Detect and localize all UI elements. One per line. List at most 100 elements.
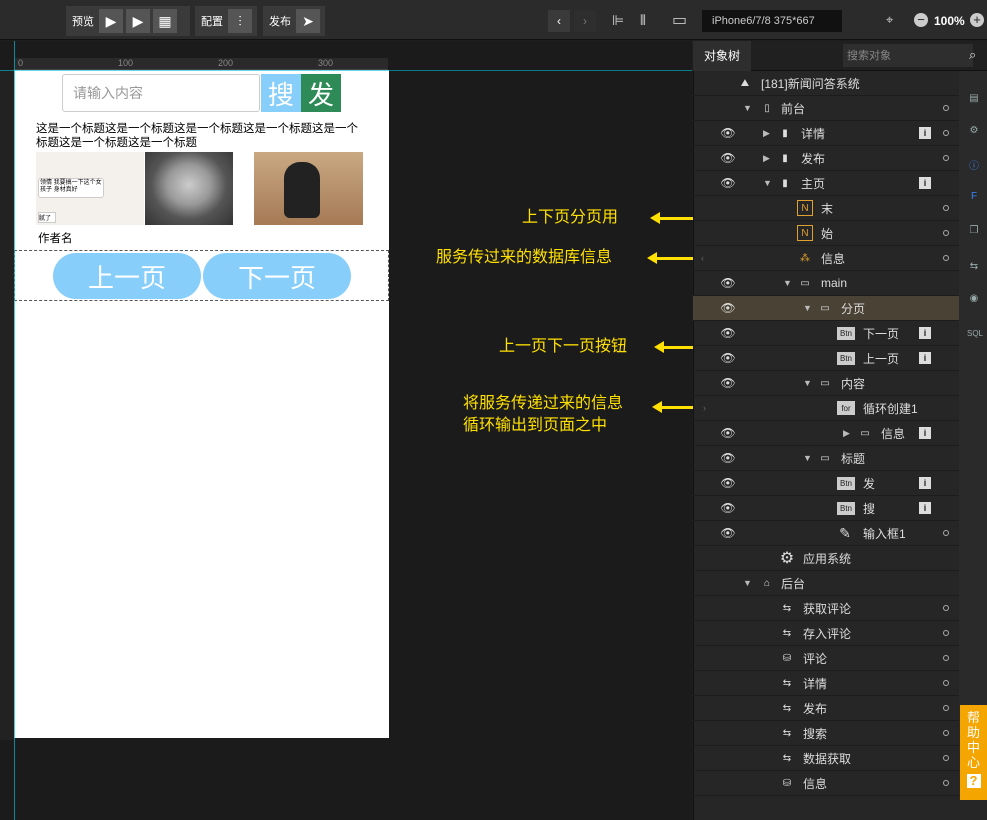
eye-icon[interactable]: 👁 bbox=[720, 276, 735, 290]
info-icon[interactable]: i bbox=[919, 502, 931, 514]
tree-item-publish-btn[interactable]: 👁 Btn 发 i bbox=[693, 471, 959, 496]
play-step-icon[interactable]: ▶ bbox=[126, 9, 150, 33]
eye-icon[interactable]: 👁 bbox=[720, 451, 735, 465]
object-search-input[interactable] bbox=[843, 44, 973, 67]
tree-item-backend[interactable]: ▼ ⌂ 后台 bbox=[693, 571, 959, 596]
info-icon[interactable]: i bbox=[919, 327, 931, 339]
chevron-down-icon[interactable]: ▼ bbox=[803, 303, 812, 313]
eye-icon[interactable]: 👁 bbox=[720, 501, 735, 515]
align-center-icon[interactable]: ⫴ bbox=[640, 12, 646, 29]
sliders-icon[interactable]: ⫶ bbox=[228, 9, 252, 33]
device-select[interactable]: iPhone6/7/8 375*667 bbox=[702, 10, 842, 32]
tree-item-save-comment[interactable]: ⇆ 存入评论 bbox=[693, 621, 959, 646]
status-dot[interactable] bbox=[943, 705, 949, 711]
chevron-right-icon[interactable]: ▶ bbox=[843, 428, 850, 439]
info-icon[interactable]: i bbox=[919, 427, 931, 439]
tree-item-input[interactable]: 👁 ✎ 输入框1 bbox=[693, 521, 959, 546]
status-dot[interactable] bbox=[943, 105, 949, 111]
qr-code-icon[interactable]: ▦ bbox=[153, 9, 177, 33]
chevron-right-icon[interactable]: ▶ bbox=[763, 128, 770, 139]
status-dot[interactable] bbox=[943, 155, 949, 161]
eye-icon[interactable]: 👁 bbox=[720, 476, 735, 490]
tree-item-info-container[interactable]: 👁 ▶ ▭ 信息 i bbox=[693, 421, 959, 446]
chevron-down-icon[interactable]: ▼ bbox=[803, 378, 812, 388]
status-dot[interactable] bbox=[943, 205, 949, 211]
tree-item-detail-service[interactable]: ⇆ 详情 bbox=[693, 671, 959, 696]
tab-object-tree[interactable]: 对象树 bbox=[693, 41, 751, 71]
status-dot[interactable] bbox=[943, 655, 949, 661]
status-dot[interactable] bbox=[943, 680, 949, 686]
eye-icon[interactable]: 👁 bbox=[720, 326, 735, 340]
phone-preview[interactable]: 搜 发 这是一个标题这是一个标题这是一个标题这是一个标题这是一个标题这是一个标题… bbox=[14, 70, 389, 738]
status-dot[interactable] bbox=[943, 255, 949, 261]
settings-icon[interactable]: ⚙ bbox=[967, 125, 981, 139]
tree-item-info-data[interactable]: ‹ ⁂ 信息 bbox=[693, 246, 959, 271]
chevron-down-icon[interactable]: ▼ bbox=[763, 178, 772, 188]
status-dot[interactable] bbox=[943, 730, 949, 736]
news-title[interactable]: 这是一个标题这是一个标题这是一个标题这是一个标题这是一个标题这是一个标题这是一个… bbox=[36, 122, 366, 150]
search-button[interactable]: 搜 bbox=[261, 74, 301, 112]
status-dot[interactable] bbox=[943, 780, 949, 786]
info-icon[interactable]: i bbox=[919, 352, 931, 364]
next-page-button[interactable]: 下一页 bbox=[203, 253, 351, 299]
chevron-down-icon[interactable]: ▼ bbox=[743, 578, 752, 588]
undo-icon[interactable]: ‹ bbox=[548, 10, 570, 32]
prev-page-button[interactable]: 上一页 bbox=[53, 253, 201, 299]
tree-item-start-var[interactable]: N 始 bbox=[693, 221, 959, 246]
eye-icon[interactable]: 👁 bbox=[720, 126, 735, 140]
eye-icon[interactable]: 👁 bbox=[720, 301, 735, 315]
info-panel-icon[interactable]: ⓘ bbox=[967, 157, 981, 172]
eye-icon[interactable]: 👁 bbox=[720, 526, 735, 540]
zoom-in-icon[interactable]: + bbox=[970, 13, 984, 27]
tree-item-search-btn[interactable]: 👁 Btn 搜 i bbox=[693, 496, 959, 521]
tree-item-frontend[interactable]: ▼ ▯ 前台 bbox=[693, 96, 959, 121]
search-input[interactable] bbox=[62, 74, 260, 112]
monitor-icon[interactable]: ▭ bbox=[672, 10, 687, 30]
status-dot[interactable] bbox=[943, 130, 949, 136]
screenshot-icon[interactable]: ⌖ bbox=[886, 12, 893, 28]
zoom-out-icon[interactable]: − bbox=[914, 13, 928, 27]
redo-icon[interactable]: › bbox=[574, 10, 596, 32]
info-icon[interactable]: i bbox=[919, 127, 931, 139]
eye-icon[interactable]: 👁 bbox=[720, 176, 735, 190]
eye-icon[interactable]: 👁 bbox=[720, 151, 735, 165]
tree-item-home[interactable]: 👁 ▼ ▮ 主页 i bbox=[693, 171, 959, 196]
status-dot[interactable] bbox=[943, 630, 949, 636]
tree-item-info-db[interactable]: ⛁ 信息 bbox=[693, 771, 959, 796]
tree-item-get-comment[interactable]: ⇆ 获取评论 bbox=[693, 596, 959, 621]
copy-icon[interactable]: ❐ bbox=[967, 225, 981, 239]
sql-icon[interactable]: SQL bbox=[967, 329, 983, 343]
chevron-right-icon[interactable]: › bbox=[703, 403, 706, 413]
chevron-right-icon[interactable]: ▶ bbox=[763, 153, 770, 164]
tree-item-comment-db[interactable]: ⛁ 评论 bbox=[693, 646, 959, 671]
help-center-button[interactable]: 帮助中心 ? bbox=[960, 705, 987, 800]
send-icon[interactable]: ➤ bbox=[296, 9, 320, 33]
status-dot[interactable] bbox=[943, 605, 949, 611]
tree-item-header[interactable]: 👁 ▼ ▭ 标题 bbox=[693, 446, 959, 471]
tree-item-pagination[interactable]: 👁 ▼ ▭ 分页 bbox=[693, 296, 959, 321]
publish-button[interactable]: 发 bbox=[301, 74, 341, 112]
tree-item-detail[interactable]: 👁 ▶ ▮ 详情 i bbox=[693, 121, 959, 146]
clipboard-icon[interactable]: ▤ bbox=[967, 93, 981, 107]
plugin-icon[interactable]: ◉ bbox=[967, 293, 981, 307]
eye-icon[interactable]: 👁 bbox=[720, 376, 735, 390]
status-dot[interactable] bbox=[943, 755, 949, 761]
play-icon[interactable]: ▶ bbox=[99, 9, 123, 33]
tree-item-main[interactable]: 👁 ▼ ▭ main bbox=[693, 271, 959, 296]
eye-icon[interactable]: 👁 bbox=[720, 426, 735, 440]
chevron-left-icon[interactable]: ‹ bbox=[701, 253, 704, 263]
tree-item-end-var[interactable]: N 末 bbox=[693, 196, 959, 221]
search-icon[interactable]: ⌕ bbox=[969, 47, 976, 63]
function-icon[interactable]: F bbox=[967, 191, 981, 205]
tree-item-prev-btn[interactable]: 👁 Btn 上一页 i bbox=[693, 346, 959, 371]
tree-item-content[interactable]: 👁 ▼ ▭ 内容 bbox=[693, 371, 959, 396]
info-icon[interactable]: i bbox=[919, 177, 931, 189]
transfer-icon[interactable]: ⇆ bbox=[967, 261, 981, 275]
status-dot[interactable] bbox=[943, 530, 949, 536]
tree-item-search-service[interactable]: ⇆ 搜索 bbox=[693, 721, 959, 746]
tree-item-app-system[interactable]: ⚙ 应用系统 bbox=[693, 546, 959, 571]
tree-item-publish-service[interactable]: ⇆ 发布 bbox=[693, 696, 959, 721]
tree-item-loop[interactable]: › for 循环创建1 bbox=[693, 396, 959, 421]
tree-item-data-fetch[interactable]: ⇆ 数据获取 bbox=[693, 746, 959, 771]
status-dot[interactable] bbox=[943, 230, 949, 236]
